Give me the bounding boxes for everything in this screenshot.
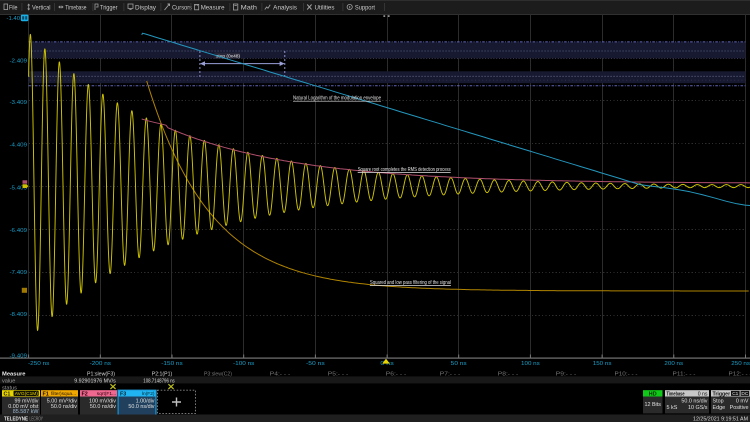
svg-text:P9:- - -: P9:- - - (556, 372, 577, 378)
svg-text:-4.409: -4.409 (10, 143, 28, 149)
svg-text:HD: HD (649, 391, 657, 397)
svg-text:value: value (2, 379, 15, 385)
svg-text:-9.409: -9.409 (10, 353, 28, 359)
svg-text:P10:- - -: P10:- - - (615, 372, 638, 378)
svg-text:Analysis: Analysis (273, 5, 297, 12)
svg-text:85.587 kW: 85.587 kW (13, 409, 40, 415)
svg-text:filter)squa...: filter)squa... (51, 391, 76, 397)
svg-text:Stop: Stop (713, 399, 724, 405)
svg-text:C1: C1 (4, 391, 11, 397)
svg-text:9.92901976 MV/s: 9.92901976 MV/s (74, 379, 116, 385)
svg-text:Display: Display (135, 5, 157, 12)
svg-text:ln(F2): ln(F2) (142, 391, 155, 397)
svg-text:sqrt(F1...: sqrt(F1... (97, 391, 116, 397)
svg-text:P4:- - -: P4:- - - (270, 372, 291, 378)
svg-text:F2: F2 (82, 391, 88, 397)
svg-text:P1:slew(F3): P1:slew(F3) (87, 372, 115, 378)
svg-text:-6.409: -6.409 (10, 228, 28, 234)
svg-text:12 Bits: 12 Bits (644, 402, 661, 408)
svg-text:-200 ns: -200 ns (90, 361, 112, 367)
svg-text:P8:- - -: P8:- - - (498, 372, 519, 378)
svg-text:P11:- - -: P11:- - - (673, 372, 696, 378)
svg-text:150 ns: 150 ns (593, 361, 612, 367)
svg-text:Positive: Positive (730, 405, 749, 411)
svg-text:-2.409: -2.409 (10, 59, 28, 65)
svg-text:50.0 ns/div: 50.0 ns/div (681, 399, 707, 405)
svg-text:Math: Math (241, 5, 258, 12)
svg-text:-250 ns: -250 ns (28, 361, 50, 367)
svg-text:Trigger: Trigger (713, 391, 731, 397)
svg-text:50.0 ns/div: 50.0 ns/div (128, 404, 154, 410)
svg-text:10 GS/s: 10 GS/s (688, 405, 708, 411)
svg-text:Trigger: Trigger (100, 5, 118, 12)
svg-text:-8.409: -8.409 (10, 312, 28, 318)
svg-text:Support: Support (355, 5, 375, 12)
svg-text:AVG(C1M): AVG(C1M) (15, 391, 38, 397)
svg-text:100 ns: 100 ns (521, 361, 540, 367)
svg-text:-7.409: -7.409 (10, 270, 28, 276)
svg-text:50.0 ns/div: 50.0 ns/div (90, 404, 116, 410)
svg-text:Squared and low pass filtering: Squared and low pass filtering of the si… (370, 280, 451, 286)
svg-text:50.0 ns/div: 50.0 ns/div (51, 404, 77, 410)
svg-text:Timebase: Timebase (667, 391, 685, 397)
svg-text:Natural Logarithm of the modul: Natural Logarithm of the modulation enve… (293, 96, 381, 102)
svg-text:0 mV: 0 mV (736, 399, 749, 405)
svg-text:Measure: Measure (2, 372, 26, 378)
svg-text:200 ns: 200 ns (664, 361, 683, 367)
svg-text:0 ns: 0 ns (698, 391, 708, 397)
svg-text:250 ns: 250 ns (731, 361, 750, 367)
svg-text:P12:- - -: P12:- - - (729, 372, 750, 378)
svg-text:Cursors: Cursors (172, 5, 192, 12)
svg-text:-150 ns: -150 ns (161, 361, 183, 367)
svg-text:50 ns: 50 ns (451, 361, 467, 367)
svg-text:Measure: Measure (201, 5, 225, 12)
svg-text:P3:slew(C2): P3:slew(C2) (204, 372, 232, 378)
svg-text:F3: F3 (120, 391, 126, 397)
svg-text:Vertical: Vertical (32, 5, 51, 12)
svg-text:P5:- - -: P5:- - - (328, 372, 349, 378)
svg-text:Square root completes the RMS: Square root completes the RMS detection … (358, 167, 451, 173)
svg-text:-3.409: -3.409 (10, 100, 28, 106)
svg-text:LECROY: LECROY (30, 417, 44, 422)
svg-text:108.7148796 ns: 108.7148796 ns (143, 379, 175, 385)
svg-text:Utilities: Utilities (315, 5, 335, 12)
svg-text:F1: F1 (43, 391, 49, 397)
svg-text:Edge: Edge (713, 405, 726, 411)
svg-text:-100 ns: -100 ns (233, 361, 255, 367)
svg-text:P6:- - -: P6:- - - (386, 372, 407, 378)
svg-text:5 kS: 5 kS (667, 405, 678, 411)
svg-text:12/25/2021 9:19:51 AM: 12/25/2021 9:19:51 AM (693, 417, 748, 422)
svg-text:-50 ns: -50 ns (306, 361, 325, 367)
svg-text:TELEDYNE: TELEDYNE (4, 417, 28, 422)
svg-text:P2:1(P1): P2:1(P1) (152, 372, 173, 378)
svg-text:File: File (9, 5, 18, 12)
svg-text:P7:- - -: P7:- - - (440, 372, 461, 378)
svg-text:-1.40: -1.40 (7, 16, 21, 22)
svg-text:Timebase: Timebase (65, 5, 87, 12)
svg-text:C1: C1 (732, 391, 738, 397)
svg-text:DC: DC (741, 391, 748, 397)
